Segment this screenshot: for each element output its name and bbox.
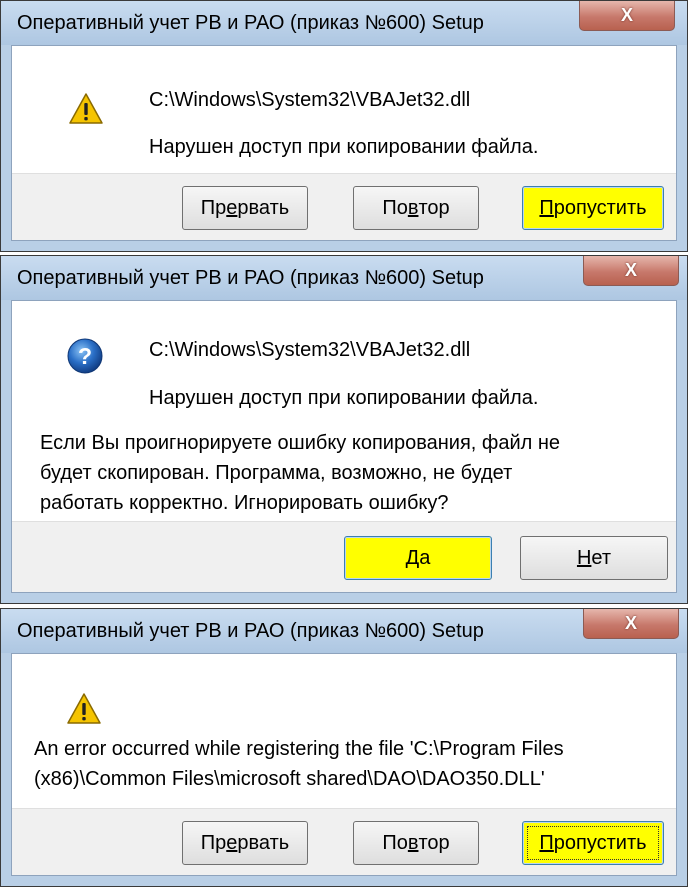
title-bar: Оперативный учет РВ и РАО (приказ №600) … — [1, 1, 687, 45]
title-bar: Оперативный учет РВ и РАО (приказ №600) … — [1, 609, 687, 653]
window-title: Оперативный учет РВ и РАО (приказ №600) … — [17, 267, 484, 289]
retry-button[interactable]: По в тор — [353, 821, 479, 865]
yes-button[interactable]: Да — [344, 536, 492, 580]
question-text-line-1: Если Вы проигнорируете ошибку копировани… — [40, 432, 561, 454]
skip-button[interactable]: Пропустить — [522, 186, 664, 230]
button-footer: Да Нет — [12, 521, 676, 592]
dialog-client-area: An error occurred while registering the … — [11, 653, 677, 876]
no-button[interactable]: Нет — [520, 536, 668, 580]
close-button[interactable]: X — [579, 1, 675, 31]
window-title: Оперативный учет РВ и РАО (приказ №600) … — [17, 12, 484, 34]
skip-button[interactable]: Пропустить — [522, 821, 664, 865]
setup-dialog-copy-error: Оперативный учет РВ и РАО (приказ №600) … — [0, 0, 688, 252]
setup-dialog-ignore-question: Оперативный учет РВ и РАО (приказ №600) … — [0, 255, 688, 604]
register-error-line-2: (x86)\Common Files\microsoft shared\DAO\… — [34, 768, 545, 790]
abort-button[interactable]: Пр е рвать — [182, 821, 308, 865]
error-message-text: Нарушен доступ при копировании файла. — [149, 387, 539, 409]
dialog-client-area: ? C:\Windows\System32\VBAJet32.dll Наруш… — [11, 300, 677, 593]
setup-dialog-register-error: Оперативный учет РВ и РАО (приказ №600) … — [0, 608, 688, 887]
file-path-text: C:\Windows\System32\VBAJet32.dll — [149, 339, 471, 361]
question-text-line-2: будет скопирован. Программа, возможно, н… — [40, 462, 513, 484]
warning-icon — [69, 93, 103, 124]
button-footer: Пр е рвать По в тор Пропустить — [12, 173, 676, 240]
register-error-line-1: An error occurred while registering the … — [34, 738, 564, 760]
question-text-line-3: работать корректно. Игнорировать ошибку? — [40, 492, 449, 514]
title-bar: Оперативный учет РВ и РАО (приказ №600) … — [1, 256, 687, 300]
close-icon: X — [624, 260, 637, 280]
warning-icon — [67, 693, 101, 724]
button-footer: Пр е рвать По в тор Пропустить — [12, 808, 676, 875]
close-button[interactable]: X — [583, 256, 679, 286]
window-title: Оперативный учет РВ и РАО (приказ №600) … — [17, 620, 484, 642]
close-icon: X — [620, 5, 633, 25]
svg-text:?: ? — [78, 343, 92, 369]
error-message-text: Нарушен доступ при копировании файла. — [149, 136, 539, 158]
close-button[interactable]: X — [583, 609, 679, 639]
retry-button[interactable]: По в тор — [353, 186, 479, 230]
file-path-text: C:\Windows\System32\VBAJet32.dll — [149, 89, 471, 111]
dialog-client-area: C:\Windows\System32\VBAJet32.dll Нарушен… — [11, 45, 677, 241]
close-icon: X — [624, 613, 637, 633]
question-icon: ? — [67, 338, 103, 374]
abort-button[interactable]: Пр е рвать — [182, 186, 308, 230]
